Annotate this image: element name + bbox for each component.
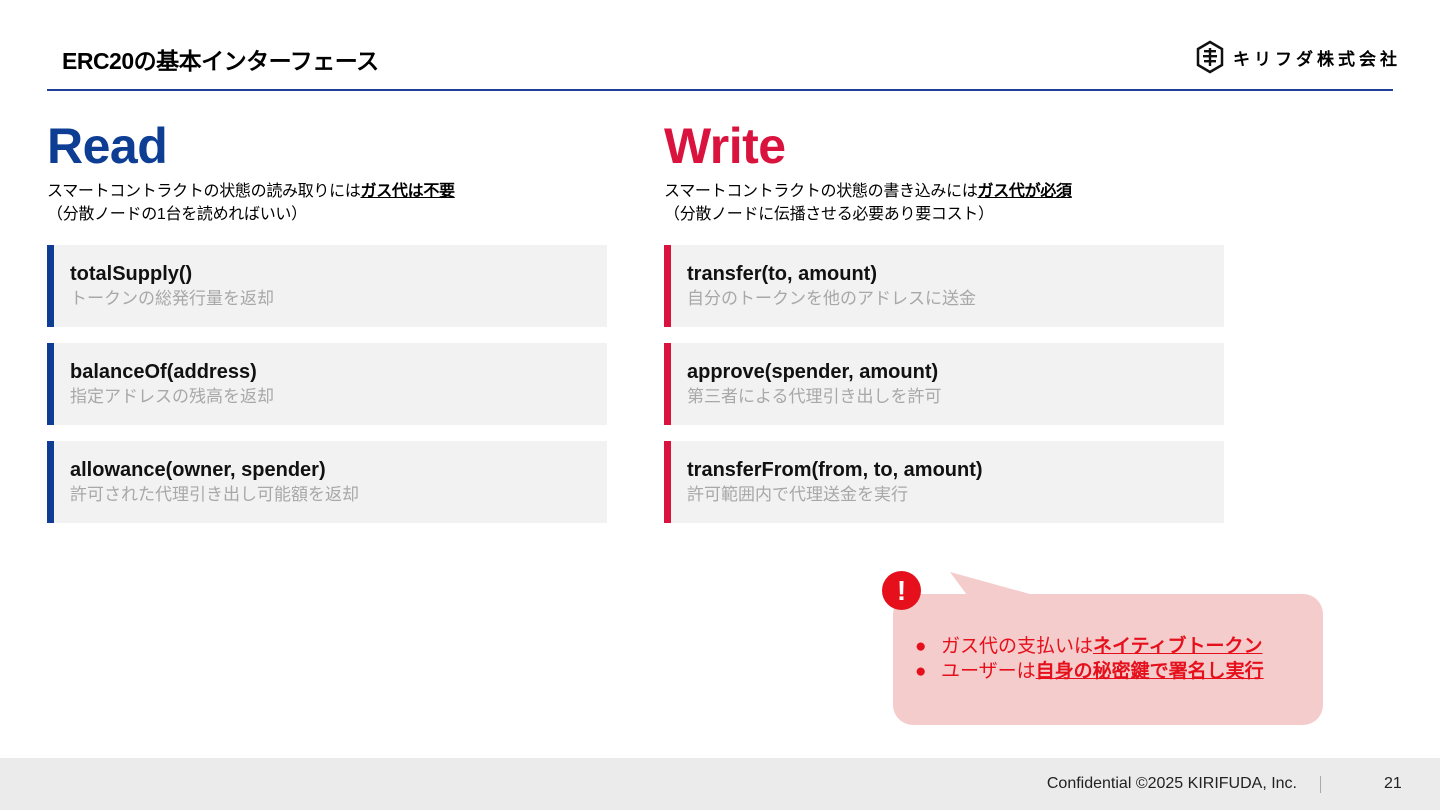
write-desc-emphasis: ガス代が必須 <box>977 183 1073 200</box>
alert-icon: ! <box>882 571 921 610</box>
callout-list: ● ガス代の支払いはネイティブトークン ● ユーザーは自身の秘密鍵で署名し実行 <box>915 634 1323 684</box>
function-description: 許可された代理引き出し可能額を返却 <box>70 485 359 504</box>
confidential-notice: Confidential ©2025 KIRIFUDA, Inc. <box>1046 775 1297 792</box>
function-signature: transferFrom(from, to, amount) <box>687 459 983 481</box>
function-signature: approve(spender, amount) <box>687 361 939 383</box>
write-function-card: transferFrom(from, to, amount) 許可範囲内で代理送… <box>664 441 1224 523</box>
callout-item-text: ガス代の支払いは <box>941 636 1094 657</box>
read-description: スマートコントラクトの状態の読み取りにはガス代は不要 （分散ノードの1台を読めれ… <box>47 180 455 226</box>
kirifuda-logo-icon <box>1196 40 1224 74</box>
function-description: トークンの総発行量を返却 <box>70 289 274 308</box>
function-signature: balanceOf(address) <box>70 361 257 383</box>
page-number: 21 <box>1384 775 1402 792</box>
write-function-card: approve(spender, amount) 第三者による代理引き出しを許可 <box>664 343 1224 425</box>
read-desc-emphasis: ガス代は不要 <box>360 183 456 200</box>
slide-title: ERC20の基本インターフェース <box>62 48 379 74</box>
write-desc-prefix: スマートコントラクトの状態の書き込みには <box>664 183 978 200</box>
read-section: Read スマートコントラクトの状態の読み取りにはガス代は不要 （分散ノードの1… <box>47 116 455 226</box>
logo-text: キリフダ株式会社 <box>1233 49 1401 69</box>
gas-callout: ● ガス代の支払いはネイティブトークン ● ユーザーは自身の秘密鍵で署名し実行 <box>893 594 1323 725</box>
function-description: 指定アドレスの残高を返却 <box>70 387 274 406</box>
footer: Confidential ©2025 KIRIFUDA, Inc. 21 <box>0 758 1440 810</box>
bullet-icon: ● <box>915 661 927 682</box>
read-function-list: totalSupply() トークンの総発行量を返却 balanceOf(add… <box>47 245 607 539</box>
callout-item-emphasis: 自身の秘密鍵で署名し実行 <box>1035 661 1264 682</box>
function-signature: totalSupply() <box>70 263 193 285</box>
read-function-card: balanceOf(address) 指定アドレスの残高を返却 <box>47 343 607 425</box>
write-heading: Write <box>664 118 786 174</box>
read-heading: Read <box>47 118 168 174</box>
write-section: Write スマートコントラクトの状態の書き込みにはガス代が必須 （分散ノードに… <box>664 116 1072 226</box>
function-description: 自分のトークンを他のアドレスに送金 <box>687 289 976 308</box>
title-divider <box>47 89 1393 91</box>
function-description: 第三者による代理引き出しを許可 <box>687 387 942 406</box>
write-function-card: transfer(to, amount) 自分のトークンを他のアドレスに送金 <box>664 245 1224 327</box>
function-signature: allowance(owner, spender) <box>70 459 326 481</box>
function-signature: transfer(to, amount) <box>687 263 877 285</box>
function-description: 許可範囲内で代理送金を実行 <box>687 485 908 504</box>
read-desc-line2: （分散ノードの1台を読めればいい） <box>47 206 307 223</box>
bullet-icon: ● <box>915 636 927 657</box>
write-description: スマートコントラクトの状態の書き込みにはガス代が必須 （分散ノードに伝播させる必… <box>664 180 1072 226</box>
read-function-card: totalSupply() トークンの総発行量を返却 <box>47 245 607 327</box>
read-desc-prefix: スマートコントラクトの状態の読み取りには <box>47 183 361 200</box>
write-desc-line2: （分散ノードに伝播させる必要あり要コスト） <box>664 206 994 223</box>
callout-item-emphasis: ネイティブトークン <box>1093 636 1263 657</box>
read-function-card: allowance(owner, spender) 許可された代理引き出し可能額… <box>47 441 607 523</box>
footer-separator <box>1320 776 1321 793</box>
callout-item-text: ユーザーは <box>941 661 1036 682</box>
write-function-list: transfer(to, amount) 自分のトークンを他のアドレスに送金 a… <box>664 245 1224 539</box>
company-logo: キリフダ株式会社 <box>1195 40 1401 74</box>
callout-item: ● ガス代の支払いはネイティブトークン <box>915 634 1323 659</box>
callout-item: ● ユーザーは自身の秘密鍵で署名し実行 <box>915 659 1323 684</box>
